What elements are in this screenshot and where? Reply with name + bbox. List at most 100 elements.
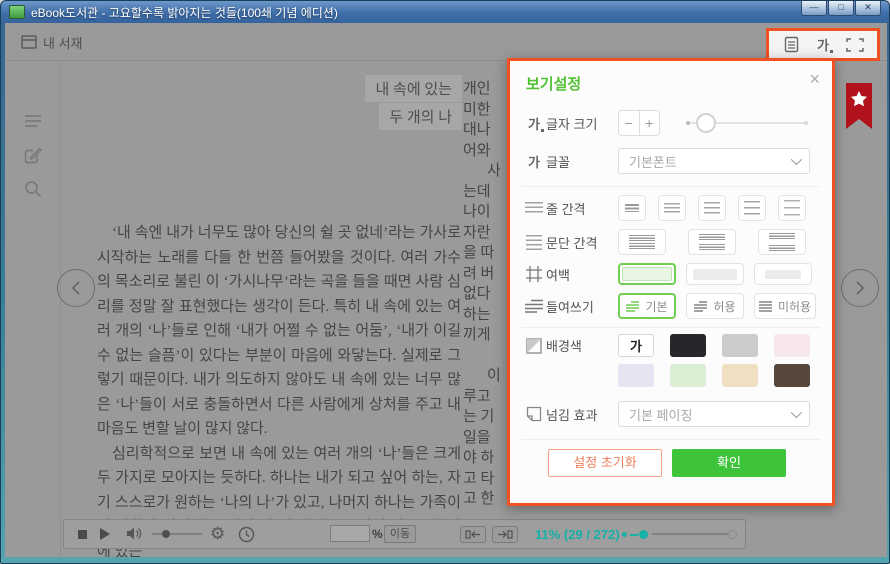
font-size-icon: 가 <box>528 114 540 133</box>
search-button[interactable] <box>23 179 43 199</box>
font-family-icon: 가 <box>528 152 540 171</box>
app-logo-icon <box>9 5 25 19</box>
font-family-value: 기본폰트 <box>629 152 677 171</box>
paragraph: ‘내 속엔 내가 너무도 많아 당신의 쉴 곳 없네’라는 가사로 시작하는 노… <box>97 221 461 442</box>
font-size-slider-handle[interactable] <box>696 113 716 133</box>
percent-symbol: % <box>372 527 383 541</box>
app-window: eBook도서관 - 고요할수록 밝아지는 것들(100쇄 기념 에디션) — … <box>0 0 890 564</box>
font-size-plus-button[interactable]: + <box>640 111 660 135</box>
panel-divider <box>522 186 820 187</box>
jump-to-end-button[interactable] <box>492 526 518 543</box>
timer-clock-icon[interactable] <box>238 526 255 543</box>
jump-to-start-button[interactable] <box>460 526 486 543</box>
play-button[interactable] <box>100 528 110 540</box>
line-spacing-icon <box>525 202 543 215</box>
sidebar <box>5 61 61 557</box>
background-color-icon <box>526 338 542 354</box>
margin-option-large[interactable] <box>754 263 812 285</box>
indent-icon <box>525 299 543 313</box>
confirm-button[interactable]: 확인 <box>672 449 786 477</box>
chevron-down-icon <box>791 154 802 165</box>
right-page-text-clipped: 개인 미한 대나 어와 사 는데 나이 자란 을 따 려 버 없다 하는 끼게 … <box>463 79 510 523</box>
close-button[interactable]: ✕ <box>855 1 881 16</box>
annotation-button[interactable] <box>23 145 43 165</box>
font-size-stepper: − + <box>618 110 660 136</box>
chevron-left-icon <box>70 280 82 296</box>
panel-divider <box>522 327 820 328</box>
font-size-label: 글자 크기 <box>546 114 618 133</box>
tts-settings-gear-icon[interactable]: ⚙ <box>210 524 225 544</box>
paragraph-spacing-option-3[interactable] <box>758 229 806 255</box>
toc-button[interactable] <box>23 111 43 131</box>
font-size-slider[interactable] <box>688 122 806 124</box>
percent-input[interactable] <box>330 525 370 542</box>
reset-settings-button[interactable]: 설정 초기화 <box>548 449 662 477</box>
book-page-text: ‘내 속엔 내가 너무도 많아 당신의 쉴 곳 없네’라는 가사로 시작하는 노… <box>97 221 461 557</box>
line-spacing-label: 줄 간격 <box>546 199 618 218</box>
progress-filled-track <box>630 534 638 536</box>
page-transition-dropdown[interactable]: 기본 페이징 <box>618 401 810 427</box>
line-spacing-option-5[interactable] <box>778 195 806 221</box>
app-toolbar: 내 서재 가 <box>5 23 887 61</box>
bg-swatch-cream[interactable] <box>722 364 758 387</box>
window-title: eBook도서관 - 고요할수록 밝아지는 것들(100쇄 기념 에디션) <box>31 4 338 21</box>
chapter-title-line2: 두 개의 나 <box>379 103 462 130</box>
margin-icon <box>526 266 542 282</box>
reader-app-area: 내 서재 가 <box>5 23 887 557</box>
progress-track[interactable] <box>652 533 728 535</box>
fullscreen-button[interactable] <box>843 33 867 57</box>
page-transition-value: 기본 페이징 <box>629 405 692 424</box>
next-page-button[interactable] <box>841 269 879 307</box>
prev-page-button[interactable] <box>57 269 95 307</box>
toolbar-highlight-annotation: 가 <box>766 28 880 61</box>
bg-swatch-gray[interactable] <box>722 334 758 357</box>
volume-slider[interactable] <box>152 533 202 535</box>
titlebar: eBook도서관 - 고요할수록 밝아지는 것들(100쇄 기념 에디션) — … <box>1 1 890 23</box>
paragraph-spacing-option-1[interactable] <box>618 229 666 255</box>
progress-end-marker <box>728 530 737 539</box>
my-library-button[interactable]: 내 서재 <box>21 23 83 61</box>
search-icon <box>24 180 42 198</box>
progress-slider-handle[interactable] <box>639 530 648 539</box>
indent-option-disallow[interactable]: 미허용 <box>754 293 816 319</box>
font-size-minus-button[interactable]: − <box>619 111 640 135</box>
slider-end-dot <box>804 121 808 125</box>
indent-option-allow[interactable]: 허용 <box>686 293 744 319</box>
slider-start-dot <box>686 121 690 125</box>
paragraph-spacing-option-2[interactable] <box>688 229 736 255</box>
margin-option-small-selected[interactable] <box>618 263 676 285</box>
line-spacing-option-1[interactable] <box>618 195 646 221</box>
speaker-icon[interactable] <box>126 526 143 541</box>
stop-button[interactable] <box>78 530 87 539</box>
font-family-dropdown[interactable]: 기본폰트 <box>618 148 810 174</box>
bg-swatch-brown[interactable] <box>774 364 810 387</box>
minimize-button[interactable]: — <box>801 1 827 16</box>
chevron-down-icon <box>791 407 802 418</box>
player-bar: ⚙ % 이동 11% (29 / 272) <box>63 519 746 549</box>
margin-option-medium[interactable] <box>686 263 744 285</box>
bookmark-ribbon-icon[interactable] <box>846 83 872 136</box>
line-spacing-option-3[interactable] <box>698 195 726 221</box>
bg-swatch-white[interactable]: 가 <box>618 334 654 357</box>
bg-swatch-black[interactable] <box>670 334 706 357</box>
indent-option-default-selected[interactable]: 기본 <box>618 293 676 319</box>
indent-label: 들여쓰기 <box>546 297 618 316</box>
bg-swatch-lavender[interactable] <box>618 364 654 387</box>
edit-note-icon <box>24 146 42 164</box>
line-spacing-option-2[interactable] <box>658 195 686 221</box>
volume-slider-handle[interactable] <box>162 530 170 538</box>
panel-close-icon[interactable]: × <box>809 69 820 90</box>
progress-marker-dot <box>622 532 627 537</box>
bg-swatch-green[interactable] <box>670 364 706 387</box>
view-settings-button[interactable] <box>779 33 803 57</box>
paragraph-spacing-label: 문단 간격 <box>546 233 618 252</box>
bg-swatch-pink[interactable] <box>774 334 810 357</box>
library-icon <box>21 35 37 49</box>
font-family-label: 글꼴 <box>546 152 618 171</box>
page-transition-label: 넘김 효과 <box>546 405 618 424</box>
font-settings-button[interactable]: 가 <box>811 33 835 57</box>
maximize-button[interactable]: □ <box>828 1 854 16</box>
line-spacing-option-4[interactable] <box>738 195 766 221</box>
toc-list-icon <box>24 114 42 128</box>
goto-button[interactable]: 이동 <box>384 525 416 543</box>
